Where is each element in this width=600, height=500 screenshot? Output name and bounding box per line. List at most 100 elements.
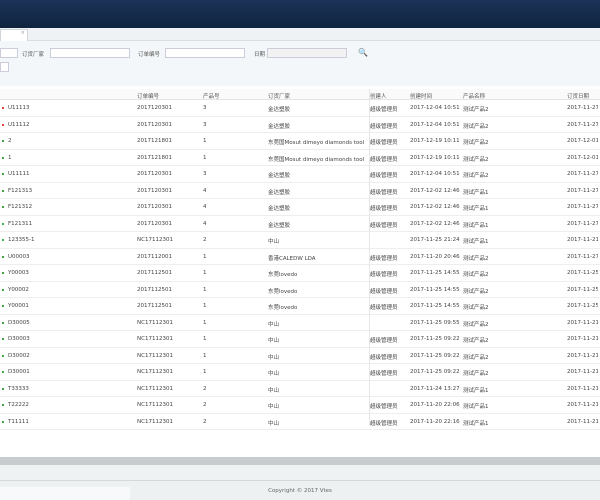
table-row[interactable]: F121312 2017120301 4 金达塑胶 超级管理员 2017-12-02 12… <box>0 199 600 216</box>
table-cell: 测试产品2 <box>463 321 489 328</box>
table-cell: 超级管理员 <box>370 140 398 146</box>
table-row[interactable]: F121311 2017120301 4 金达塑胶 超级管理员 2017-12-02 12… <box>0 216 600 232</box>
table-cell: 3 <box>203 171 207 177</box>
order-no-input[interactable] <box>165 48 245 58</box>
table-cell: F121311 <box>8 220 33 227</box>
table-cell: 123355-1 <box>8 237 35 243</box>
status-icon <box>2 305 4 307</box>
column-header[interactable]: 创建时间 <box>410 92 432 100</box>
table-row[interactable]: U00003 2017112001 1 香港CALEDW LDA 超级管理员 2017-1… <box>0 249 600 265</box>
table-cell: 超级管理员 <box>370 156 398 163</box>
column-header[interactable]: 订单编号 <box>137 92 159 100</box>
table-cell: 2 <box>203 385 207 392</box>
table-cell: 2017-11-21 <box>567 336 598 342</box>
table-cell: 1 <box>203 336 207 342</box>
table-cell: 测试产品2 <box>463 305 489 311</box>
table-cell: 金达塑胶 <box>268 222 291 229</box>
status-icon <box>2 404 4 406</box>
table-cell: 1 <box>203 253 207 260</box>
column-header[interactable]: 产品名称 <box>463 92 485 100</box>
search-icon[interactable]: 🔍 <box>358 48 368 57</box>
table-cell: 2017-12-19 10:11 <box>410 154 460 161</box>
table-cell: 测试产品2 <box>463 371 489 377</box>
status-icon <box>2 107 4 109</box>
column-header[interactable]: 订货日期 <box>567 92 589 100</box>
table-cell: 2 <box>203 402 207 408</box>
table-cell: 超级管理员 <box>370 222 398 229</box>
table-cell: D30003 <box>8 336 30 342</box>
table-cell: 中山 <box>268 420 280 427</box>
table-row[interactable]: D30005 NC17112301 1 中山 2017-11-25 09:55 测试产品2… <box>0 315 600 331</box>
column-header[interactable]: 订货厂家 <box>268 92 290 100</box>
table-row[interactable]: Y00001 2017112501 1 东莞lovedo 超级管理员 2017-11-25… <box>0 298 600 315</box>
status-icon <box>2 387 4 390</box>
table-row[interactable]: U11112 2017120301 3 金达塑胶 超级管理员 2017-12-04 10:… <box>0 117 600 133</box>
table-row[interactable]: D30003 NC17112301 1 中山 超级管理员 2017-11-25 09:22… <box>0 331 600 348</box>
table-cell: 2017-11-25 <box>567 270 598 276</box>
table-row[interactable]: T33333 NC17112301 2 中山 2017-11-24 13:27 测试产品1… <box>0 381 600 397</box>
table-cell: 超级管理员 <box>370 272 398 278</box>
filter-input-0[interactable] <box>0 48 18 58</box>
table-cell: 2017-12-04 10:51 <box>410 121 460 128</box>
bottom-panel <box>0 465 600 481</box>
table-cell: 中山 <box>268 371 280 377</box>
status-icon <box>2 189 4 192</box>
table-row[interactable]: 2 2017121801 1 东莞国Mosut dimeyo diamonds too… <box>0 133 600 150</box>
table-cell: 金达塑胶 <box>268 206 291 212</box>
table-row[interactable]: D30001 NC17112301 1 中山 超级管理员 2017-11-25 09:22… <box>0 364 600 381</box>
table-cell: 香港CALEDW LDA <box>268 255 316 262</box>
table-row[interactable]: T11111 NC17112301 2 中山 超级管理员 2017-11-20 22:16… <box>0 414 600 430</box>
table-row[interactable]: F121313 2017120301 4 金达塑胶 超级管理员 2017-12-02 12… <box>0 183 600 199</box>
table-cell: 超级管理员 <box>370 189 398 196</box>
table-cell: 2017-12-04 10:51 <box>410 105 460 111</box>
tab-active[interactable]: × <box>0 29 28 41</box>
table-row[interactable]: U11111 2017120301 3 金达塑胶 超级管理员 2017-12-04 10:… <box>0 166 600 183</box>
date-input[interactable] <box>267 48 347 58</box>
table-cell: U00003 <box>8 253 30 260</box>
table-cell: 1 <box>203 303 207 309</box>
table-cell: U11111 <box>8 171 30 177</box>
table-row[interactable]: U11113 2017120301 3 金达塑胶 超级管理员 2017-12-04 10:… <box>0 100 600 117</box>
table-cell: NC17112301 <box>137 385 173 392</box>
table-cell: 超级管理员 <box>370 206 398 212</box>
app-header <box>0 0 600 28</box>
tab-bar: × <box>0 28 600 41</box>
filter-label: 订单编号 <box>138 52 161 58</box>
table-cell: 中山 <box>268 387 280 394</box>
table-cell: 2017120301 <box>137 121 172 128</box>
table-cell: Y00002 <box>8 286 29 293</box>
column-header[interactable]: 创建人 <box>370 92 387 100</box>
table-row[interactable]: 123355-1 NC17112301 2 中山 2017-11-25 21:24 测试产… <box>0 232 600 249</box>
table-cell: 测试产品1 <box>463 189 489 196</box>
table-row[interactable]: Y00003 2017112501 1 东莞lovedo 超级管理员 2017-11-25… <box>0 265 600 282</box>
table-cell: 测试产品1 <box>463 222 489 229</box>
close-icon[interactable]: × <box>21 30 25 36</box>
vendor-input[interactable] <box>50 48 130 58</box>
table-row[interactable]: T22222 NC17112301 2 中山 超级管理员 2017-11-20 22:06… <box>0 397 600 414</box>
table-cell: 2017-11-25 14:55 <box>410 270 460 276</box>
filter-input-extra[interactable] <box>0 62 9 72</box>
table-row[interactable]: D30002 NC17112301 1 中山 超级管理员 2017-11-25 09:22… <box>0 348 600 364</box>
table-cell: 2017-11-27 <box>567 187 598 194</box>
table-cell: 测试产品2 <box>463 173 489 179</box>
status-icon <box>2 206 4 208</box>
column-header[interactable]: 产品号 <box>203 92 220 100</box>
status-icon <box>2 255 4 258</box>
table-row[interactable]: 1 2017121801 1 东莞国Mosut dimeyo diamonds too… <box>0 150 600 166</box>
status-icon <box>2 420 4 423</box>
table-cell: 中山 <box>268 321 280 328</box>
table-cell: 2017120301 <box>137 187 172 194</box>
table-cell: Y00003 <box>8 270 29 276</box>
table-cell: 2017-12-02 12:46 <box>410 187 460 194</box>
table-cell: 2017-11-20 22:06 <box>410 402 460 408</box>
table-cell: 4 <box>203 187 207 194</box>
table-cell: 2017-11-21 <box>567 369 598 375</box>
table-cell: 2017120301 <box>137 105 172 111</box>
table-row[interactable]: Y00002 2017112501 1 东莞lovedo 超级管理员 2017-11-25… <box>0 282 600 298</box>
horizontal-scrollbar[interactable] <box>0 457 600 465</box>
filter-label: 订货厂家 <box>22 52 45 58</box>
table-cell: D30002 <box>8 352 30 359</box>
table-cell: 2017-11-27 <box>567 171 598 177</box>
table-cell: 测试产品2 <box>463 140 489 146</box>
table-cell: 测试产品2 <box>463 338 489 344</box>
